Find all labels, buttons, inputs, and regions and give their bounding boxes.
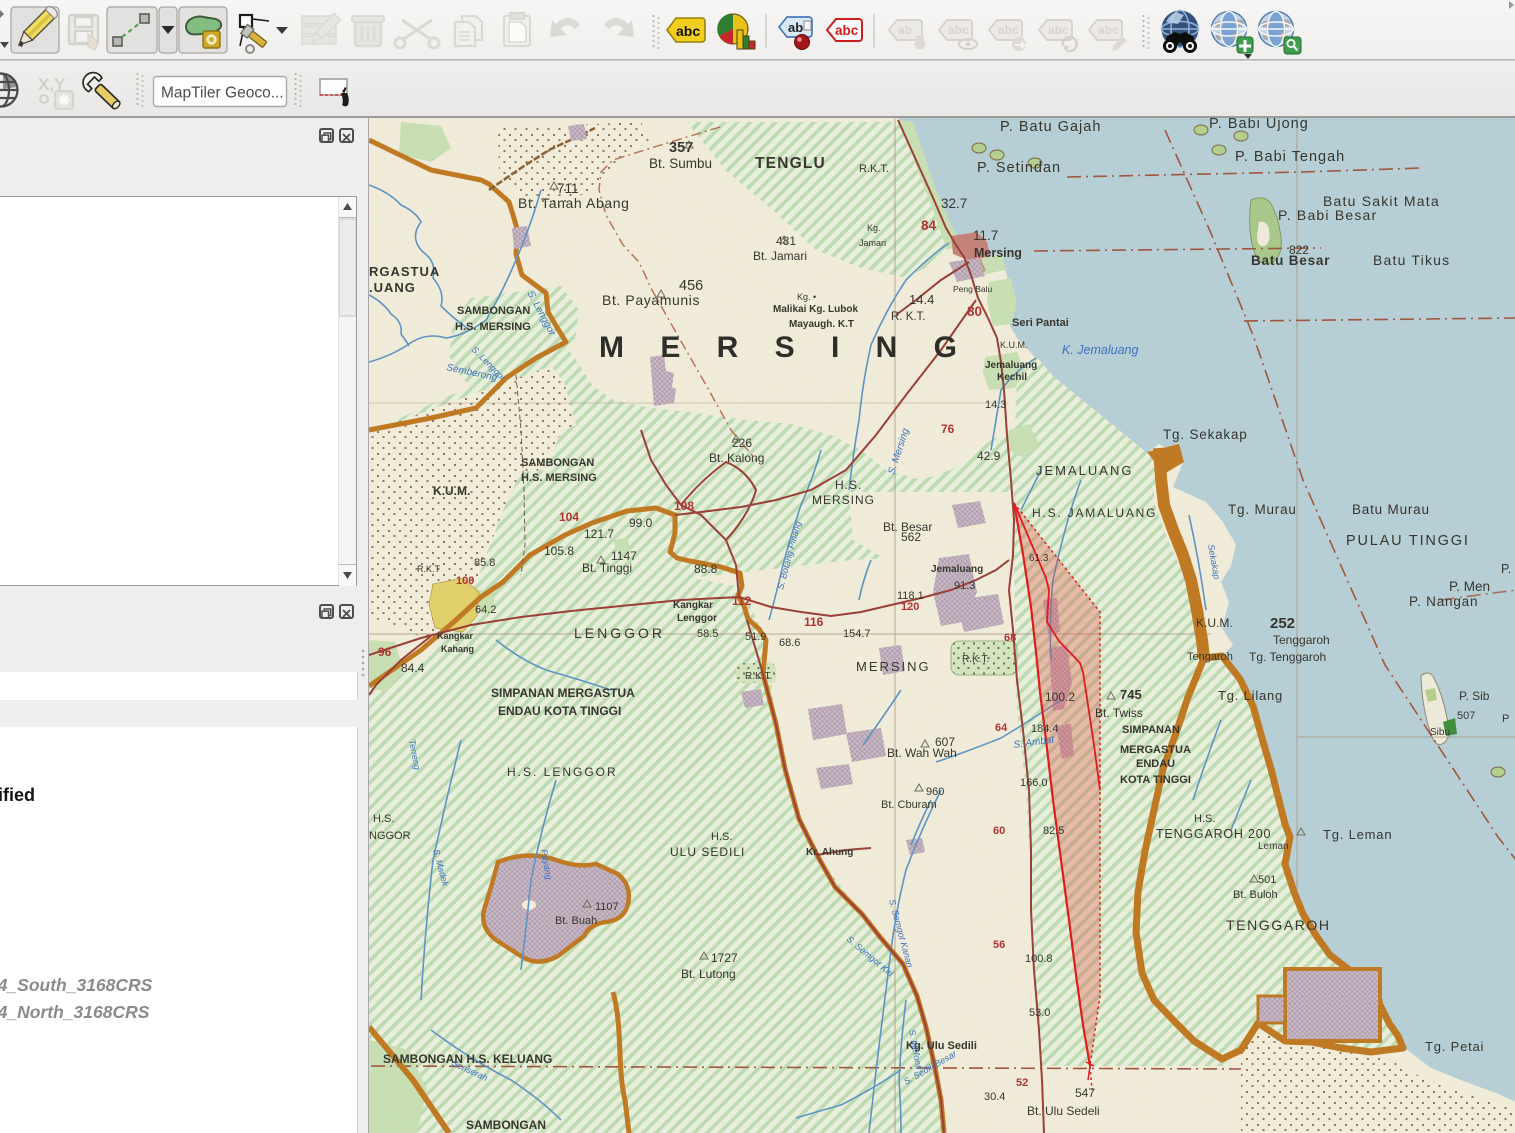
svg-text:abc: abc: [998, 23, 1019, 37]
svg-text:abc: abc: [676, 23, 700, 39]
svg-text:MapTiler Geoco...: MapTiler Geoco...: [161, 85, 284, 102]
svg-text:abc: abc: [835, 23, 859, 38]
svg-text:abc: abc: [1098, 23, 1119, 37]
svg-text:abc: abc: [1048, 23, 1069, 37]
svg-text:ab: ab: [788, 20, 803, 35]
svg-text:abc: abc: [948, 23, 969, 37]
svg-text:ab: ab: [898, 23, 912, 37]
